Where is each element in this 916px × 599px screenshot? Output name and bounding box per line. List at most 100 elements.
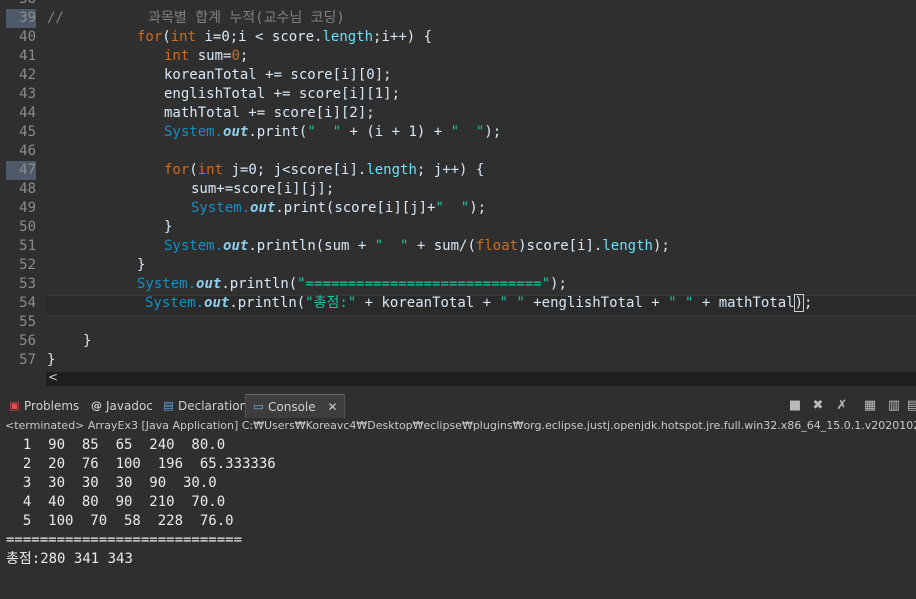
line-number: 55 [19,314,36,330]
remove-all-terminated-icon[interactable]: ✗ [834,398,850,414]
code-line-57: } [47,352,56,368]
line-number: 40 [19,29,36,45]
scroll-gutter [0,372,46,386]
code-text: ( [189,162,198,178]
line-number: 41 [19,48,36,64]
tab-javadoc[interactable]: @ Javadoc [84,394,153,418]
console-panel: ▣ Problems @ Javadoc ▤ Declaration ▭ Con… [0,386,916,599]
pin-console-icon[interactable]: ▤ [905,398,916,414]
line-number: 51 [19,238,36,254]
code-line-48: sum+=score[i][j]; [191,181,335,197]
string: " " [499,295,525,311]
line-number: 38 [6,0,36,9]
code-text: + koreanTotal + [356,295,500,311]
class-ref: System. [164,238,224,254]
line-number: 52 [19,257,36,273]
code-text: ;i++) { [373,29,433,45]
code-line-51: System.out.println(sum + " " + sum/(floa… [164,237,670,256]
line-number: 47 [6,161,36,180]
code-text: +englishTotal + [524,295,669,311]
code-line-41: int sum=0; [164,47,248,66]
string: "============================" [297,276,551,292]
code-line-50: } [164,219,173,235]
launch-status: <terminated> ArrayEx3 [Java Application]… [0,418,916,434]
field: length [602,238,653,254]
line-number: 46 [19,143,36,159]
string: " " [374,238,409,254]
code-text: ; [239,48,249,64]
tab-label: Console [268,400,316,414]
code-line-45: System.out.print(" " + (i + 1) + " "); [164,123,501,142]
code-text: + mathTotal [693,295,795,311]
line-number: 42 [19,67,36,83]
tab-label: Javadoc [106,399,153,413]
code-text: .println(sum + [248,238,375,254]
code-text: ( [162,29,171,45]
terminate-icon[interactable]: ■ [787,398,803,414]
string: " " [435,200,470,216]
line-number: 49 [19,200,36,216]
code-line-53: System.out.println("====================… [137,275,567,294]
code-line-44: mathTotal += score[i][2]; [164,105,375,121]
string: " " [307,124,342,140]
code-text: ); [652,238,670,254]
code-text: + sum/( [408,238,476,254]
keyword: for [137,29,163,45]
declaration-icon: ▤ [163,399,174,412]
keyword: for [164,162,190,178]
javadoc-icon: @ [91,399,102,412]
scroll-left-icon[interactable]: < [48,370,58,384]
tab-declaration[interactable]: ▤ Declaration [156,394,247,418]
code-text: .print( [248,124,308,140]
output-line: ============================ [6,532,243,548]
class-ref: System. [191,200,251,216]
remove-launch-icon[interactable]: ✖ [810,398,826,414]
tab-console[interactable]: ▭ Console ✕ [245,394,345,419]
close-icon[interactable]: ✕ [327,400,337,414]
line-number: 43 [19,86,36,102]
code-text: )score[i]. [518,238,603,254]
string: "총점:" [305,295,357,311]
problems-icon: ▣ [9,399,20,412]
field: length [322,29,374,45]
keyword: int [164,48,190,64]
code-text: ); [550,276,567,292]
tab-label: Problems [24,399,80,413]
line-number: 48 [19,181,36,197]
code-line-56: } [83,333,92,349]
output-line: 1 90 85 65 240 80.0 [6,437,226,453]
static-field: out [204,295,230,311]
static-field: out [223,238,249,254]
number: 0 [231,48,240,64]
keyword: float [475,238,519,254]
code-editor[interactable]: 38 39 40 41 42 43 44 45 46 47 48 49 50 5… [0,0,916,372]
keyword: int [197,162,224,178]
code-text: j=0; j<score[i]. [223,162,367,178]
output-line: 총점:280 341 343 [6,551,133,567]
horizontal-scrollbar[interactable]: < [46,370,916,386]
line-number: 54 [19,295,36,311]
code-line-54: System.out.println("총점:" + koreanTotal +… [145,294,812,313]
line-number: 45 [19,124,36,140]
code-line-43: englishTotal += score[i][1]; [164,86,401,102]
code-text: .println( [229,295,306,311]
output-line: 2 20 76 100 196 65.333336 [6,456,276,472]
tab-problems[interactable]: ▣ Problems [2,394,79,418]
line-number: 57 [19,352,36,368]
code-text: sum= [189,48,232,64]
static-field: out [223,124,249,140]
code-text: ); [469,200,487,216]
class-ref: System. [164,124,224,140]
code-line-47: for(int j=0; j<score[i].length; j++) { [164,161,484,180]
field: length [366,162,417,178]
scroll-lock-icon[interactable]: ▦ [862,398,878,414]
output-line: 4 40 80 90 210 70.0 [6,494,226,510]
code-line-52: } [137,257,146,273]
static-field: out [196,276,222,292]
tab-label: Declaration [178,399,248,413]
line-number: 53 [19,276,36,292]
code-comment: // 과목별 합계 누적(교수님 코딩) [47,10,345,26]
string: " " [668,295,694,311]
word-wrap-icon[interactable]: ▥ [886,398,902,414]
code-text: + (i + 1) + [341,124,451,140]
